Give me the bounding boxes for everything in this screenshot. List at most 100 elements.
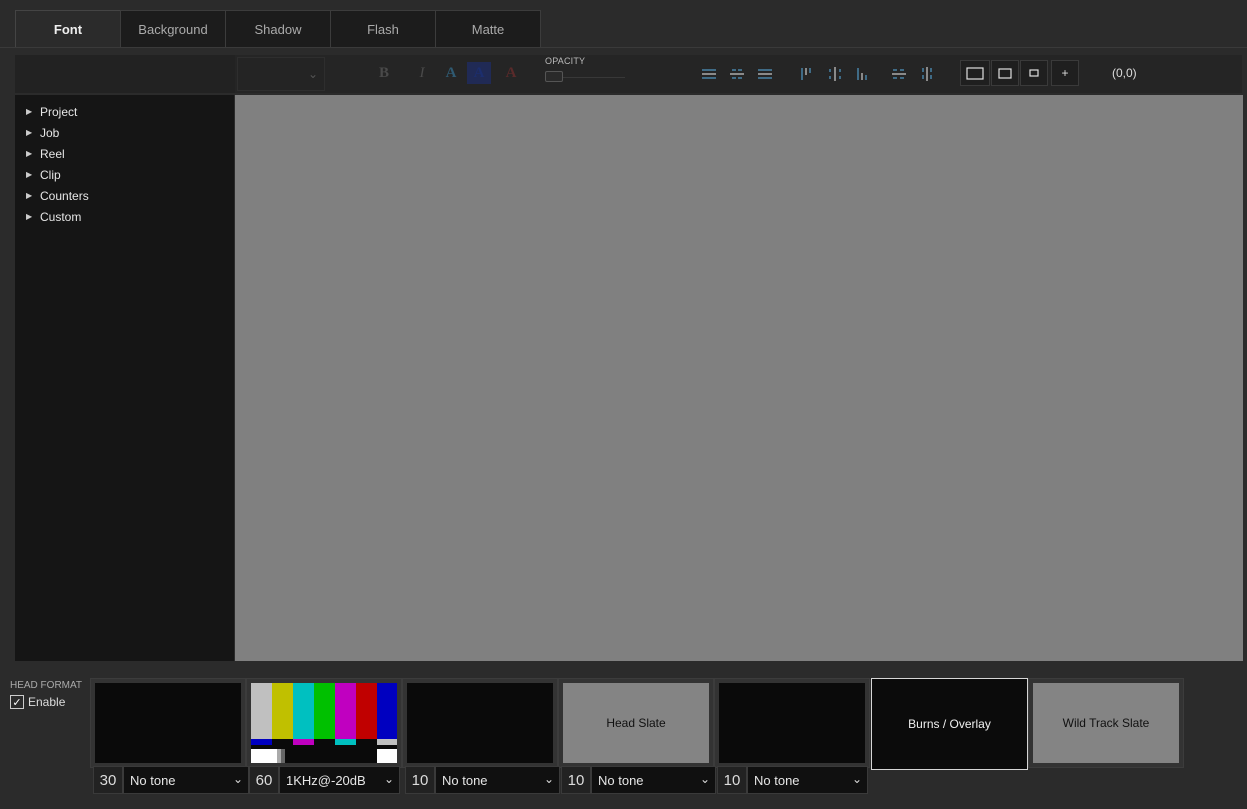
align-bottom-icon[interactable] bbox=[849, 60, 877, 88]
box-large-button[interactable] bbox=[960, 60, 990, 86]
align-center-icon[interactable] bbox=[723, 60, 751, 88]
expand-arrow-icon[interactable]: ▶ bbox=[26, 107, 40, 116]
vertical-align-group bbox=[793, 59, 877, 89]
expand-arrow-icon[interactable]: ▶ bbox=[26, 128, 40, 137]
tone-row-3: 10 No tone ⌄ bbox=[405, 764, 560, 796]
tone-row-4: 10 No tone ⌄ bbox=[561, 764, 716, 796]
tab-background[interactable]: Background bbox=[120, 10, 226, 48]
duration-field[interactable]: 10 bbox=[405, 766, 435, 794]
highlight-color-button[interactable]: A bbox=[467, 62, 491, 84]
tab-shadow[interactable]: Shadow bbox=[225, 10, 331, 48]
burns-overlay-label: Burns / Overlay bbox=[872, 679, 1027, 769]
tab-flash[interactable]: Flash bbox=[330, 10, 436, 48]
enable-checkbox[interactable]: ✓ Enable bbox=[10, 695, 65, 709]
distribute-horizontal-icon[interactable] bbox=[885, 60, 913, 88]
slate-canvas[interactable] bbox=[235, 95, 1243, 661]
slate-card-head-slate[interactable]: Head Slate bbox=[558, 678, 714, 768]
slate-card-black-2[interactable] bbox=[402, 678, 558, 768]
tree-item-clip[interactable]: ▶ Clip bbox=[15, 164, 234, 185]
slate-card-color-bars[interactable] bbox=[246, 678, 402, 768]
expand-arrow-icon[interactable]: ▶ bbox=[26, 170, 40, 179]
tab-bar: Font Background Shadow Flash Matte bbox=[0, 0, 1247, 48]
tone-row-2: 60 1KHz@-20dB ⌄ bbox=[249, 764, 400, 796]
tone-select[interactable]: No tone ⌄ bbox=[123, 766, 249, 794]
tree-item-project[interactable]: ▶ Project bbox=[15, 101, 234, 122]
tone-select[interactable]: No tone ⌄ bbox=[591, 766, 716, 794]
expand-arrow-icon[interactable]: ▶ bbox=[26, 191, 40, 200]
font-color-button[interactable]: A bbox=[440, 62, 462, 84]
duration-field[interactable]: 10 bbox=[561, 766, 591, 794]
slate-card-preview bbox=[95, 683, 241, 763]
slate-card-burns-overlay[interactable]: Burns / Overlay bbox=[871, 678, 1028, 770]
distribute-vertical-icon[interactable] bbox=[913, 60, 941, 88]
slate-card-preview bbox=[407, 683, 553, 763]
tone-select[interactable]: No tone ⌄ bbox=[747, 766, 868, 794]
tone-select-value: No tone bbox=[442, 772, 488, 788]
head-slate-label: Head Slate bbox=[563, 683, 709, 763]
opacity-slider[interactable] bbox=[545, 69, 625, 83]
chevron-down-icon: ⌄ bbox=[307, 67, 318, 81]
head-format-label: HEAD FORMAT bbox=[10, 680, 83, 691]
opacity-label: OPACITY bbox=[545, 56, 586, 66]
italic-button[interactable]: I bbox=[411, 62, 433, 84]
align-right-icon[interactable] bbox=[751, 60, 779, 88]
tone-select-value: No tone bbox=[130, 772, 176, 788]
tone-select-value: No tone bbox=[598, 772, 644, 788]
tree-item-custom[interactable]: ▶ Custom bbox=[15, 206, 234, 227]
align-top-icon[interactable] bbox=[793, 60, 821, 88]
tree-item-label: Project bbox=[40, 104, 78, 119]
metadata-tree: ▶ Project ▶ Job ▶ Reel ▶ Clip ▶ Counters ▶ Cus… bbox=[15, 95, 234, 661]
slate-card-black-1[interactable] bbox=[90, 678, 246, 768]
duration-field[interactable]: 30 bbox=[93, 766, 123, 794]
duration-field[interactable]: 10 bbox=[717, 766, 747, 794]
opacity-slider-handle[interactable] bbox=[545, 71, 563, 82]
align-middle-icon[interactable] bbox=[821, 60, 849, 88]
box-small-button[interactable] bbox=[1020, 60, 1048, 86]
tab-matte[interactable]: Matte bbox=[435, 10, 541, 48]
tone-row-1: 30 No tone ⌄ bbox=[93, 764, 249, 796]
chevron-down-icon: ⌄ bbox=[851, 772, 862, 786]
head-format-panel: HEAD FORMAT ✓ Enable Head Slate Burns / … bbox=[0, 665, 1247, 809]
slate-card-black-3[interactable] bbox=[714, 678, 870, 768]
enable-label: Enable bbox=[28, 695, 66, 709]
opacity-slider-track bbox=[563, 77, 625, 78]
outline-color-button[interactable]: A bbox=[500, 62, 522, 84]
slate-card-wild-track-slate[interactable]: Wild Track Slate bbox=[1028, 678, 1184, 768]
tone-row-5: 10 No tone ⌄ bbox=[717, 764, 868, 796]
align-left-icon[interactable] bbox=[695, 60, 723, 88]
font-size-select[interactable]: ⌄ bbox=[237, 57, 325, 91]
cursor-coordinates: (0,0) bbox=[1112, 66, 1137, 80]
tone-select-value: No tone bbox=[754, 772, 800, 788]
tree-item-counters[interactable]: ▶ Counters bbox=[15, 185, 234, 206]
chevron-down-icon: ⌄ bbox=[543, 772, 554, 786]
tree-item-label: Reel bbox=[40, 146, 65, 161]
add-box-button[interactable]: + bbox=[1051, 60, 1079, 86]
horizontal-align-group bbox=[695, 59, 779, 89]
slate-card-preview bbox=[719, 683, 865, 763]
chevron-down-icon: ⌄ bbox=[383, 772, 394, 786]
format-toolbar: ⌄ B I A A A OPACITY + (0,0) bbox=[15, 55, 1242, 93]
wild-track-slate-label: Wild Track Slate bbox=[1033, 683, 1179, 763]
toolbar-spacer bbox=[15, 55, 235, 93]
tab-font[interactable]: Font bbox=[15, 10, 121, 48]
tree-item-reel[interactable]: ▶ Reel bbox=[15, 143, 234, 164]
tone-select-value: 1KHz@-20dB bbox=[286, 772, 366, 788]
chevron-down-icon: ⌄ bbox=[232, 772, 243, 786]
tree-item-label: Job bbox=[40, 125, 60, 140]
checkbox-check-icon[interactable]: ✓ bbox=[10, 695, 24, 709]
bold-button[interactable]: B bbox=[373, 62, 395, 84]
tab-divider bbox=[0, 47, 1247, 48]
expand-arrow-icon[interactable]: ▶ bbox=[26, 149, 40, 158]
expand-arrow-icon[interactable]: ▶ bbox=[26, 212, 40, 221]
tree-item-label: Counters bbox=[40, 188, 89, 203]
chevron-down-icon: ⌄ bbox=[699, 772, 710, 786]
color-bars-preview bbox=[251, 683, 397, 763]
tone-select[interactable]: 1KHz@-20dB ⌄ bbox=[279, 766, 400, 794]
tree-item-label: Custom bbox=[40, 209, 82, 224]
tree-item-label: Clip bbox=[40, 167, 61, 182]
distribute-group bbox=[885, 59, 941, 89]
box-medium-button[interactable] bbox=[991, 60, 1019, 86]
tree-item-job[interactable]: ▶ Job bbox=[15, 122, 234, 143]
tone-select[interactable]: No tone ⌄ bbox=[435, 766, 560, 794]
duration-field[interactable]: 60 bbox=[249, 766, 279, 794]
